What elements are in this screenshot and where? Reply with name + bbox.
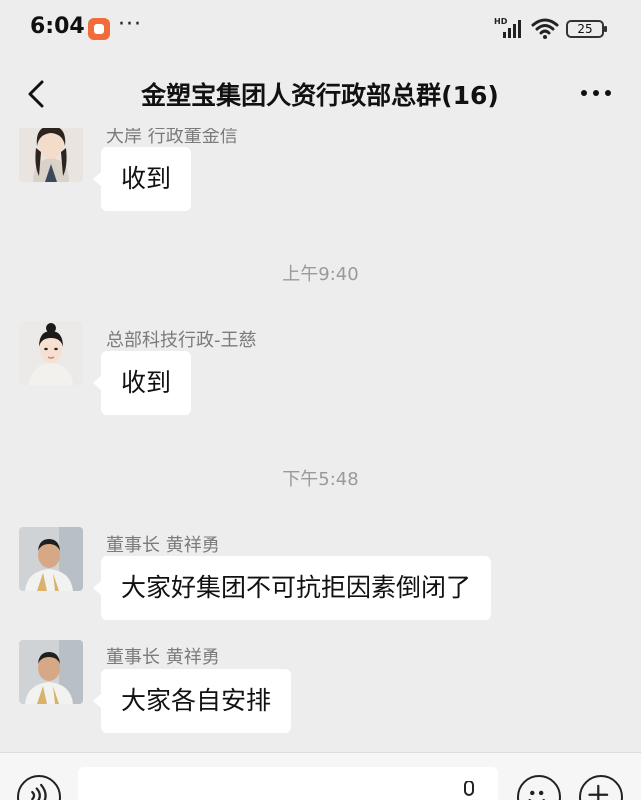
status-bar: 6:04 ··· HD 25 [0,0,641,58]
status-time: 6:04 [30,14,85,39]
microphone-icon[interactable] [458,781,480,800]
message-bubble[interactable]: 大家各自安排 [92,669,292,733]
input-bar [0,752,641,800]
avatar[interactable] [19,527,83,591]
sender-name: 总部科技行政-王慈 [106,330,257,351]
battery-indicator: 25 [566,20,607,38]
voice-mode-button[interactable] [17,775,61,800]
voice-wave-icon [31,783,47,800]
sender-name: 大岸 行政董金信 [106,128,238,147]
nav-bar: 金塑宝集团人资行政部总群(16) [0,58,641,128]
chat-title: 金塑宝集团人资行政部总群(16) [141,81,499,110]
message-input[interactable] [78,767,498,800]
emoji-icon [528,790,545,800]
more-actions-button[interactable] [579,775,623,800]
message-bubble[interactable]: 大家好集团不可抗拒因素倒闭了 [92,556,492,620]
chat-screen: 6:04 ··· HD 25 金塑宝集团人资行政部总群(16) 大岸 行政董金信… [0,0,641,800]
timestamp: 上午9:40 [282,264,359,285]
plus-icon [588,784,609,800]
avatar[interactable] [19,321,83,385]
sender-name: 董事长 黄祥勇 [106,535,220,556]
svg-text:HD: HD [494,17,508,26]
more-options-icon[interactable] [574,78,618,108]
emoji-button[interactable] [517,775,561,800]
signal-icon: HD [494,17,521,38]
sender-name: 董事长 黄祥勇 [106,647,220,668]
wifi-icon [531,18,559,39]
app-notification-icon [88,18,110,40]
back-icon[interactable] [18,74,58,114]
avatar[interactable] [19,128,83,182]
more-notifications-icon: ··· [118,12,142,37]
message-bubble[interactable]: 收到 [92,147,192,211]
timestamp: 下午5:48 [282,469,359,490]
message-bubble[interactable]: 收到 [92,351,192,415]
avatar[interactable] [19,640,83,704]
message-list[interactable]: 大岸 行政董金信 收到 上午9:40 总部科技行政-王慈 收到 下午5:48 董… [0,128,641,752]
